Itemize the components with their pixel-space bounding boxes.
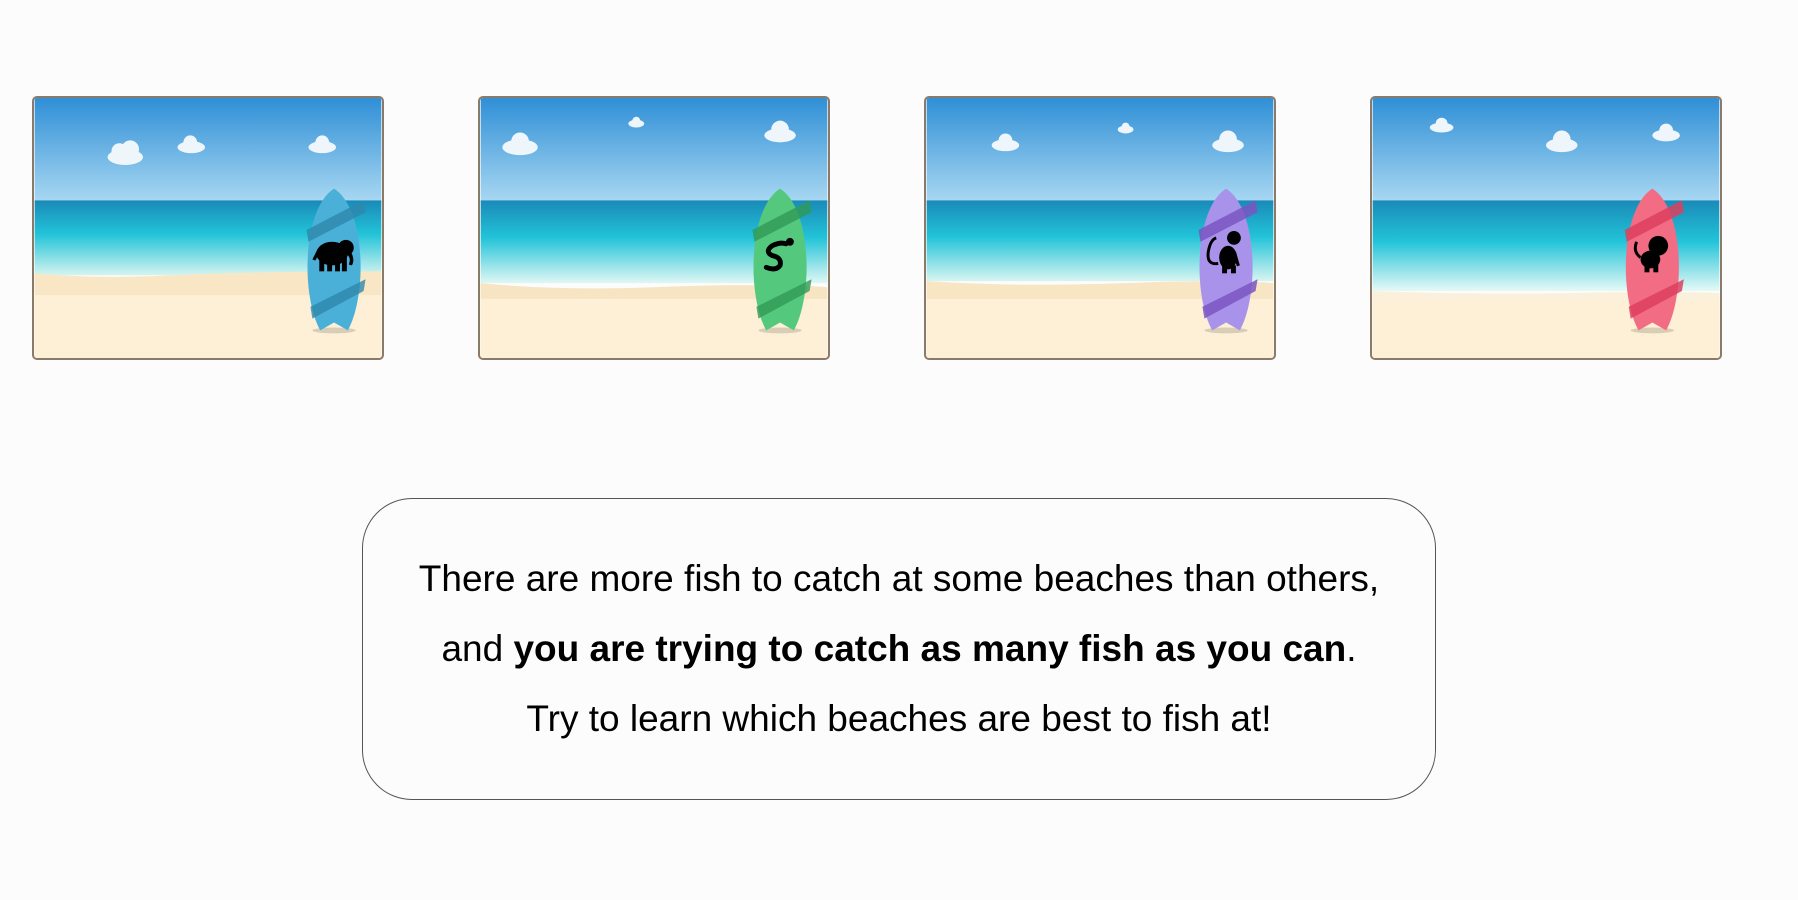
instruction-line-2-prefix: and	[441, 628, 514, 669]
instruction-emphasis: you are trying to catch as many fish as …	[513, 628, 1347, 669]
beach-option-lion[interactable]	[1370, 96, 1722, 360]
instruction-line-2: and you are trying to catch as many fish…	[441, 614, 1356, 684]
beach-scene	[34, 98, 382, 358]
instruction-line-2-suffix: .	[1346, 628, 1357, 669]
instruction-box: There are more fish to catch at some bea…	[362, 498, 1436, 800]
beach-scene	[926, 98, 1274, 358]
beach-option-monkey[interactable]	[924, 96, 1276, 360]
beach-scene	[1372, 98, 1720, 358]
beach-option-snake[interactable]	[478, 96, 830, 360]
beach-scene	[480, 98, 828, 358]
instruction-line-1: There are more fish to catch at some bea…	[418, 558, 1380, 599]
instruction-line-3: Try to learn which beaches are best to f…	[526, 698, 1272, 739]
game-stage: There are more fish to catch at some bea…	[0, 0, 1798, 900]
beach-option-elephant[interactable]	[32, 96, 384, 360]
